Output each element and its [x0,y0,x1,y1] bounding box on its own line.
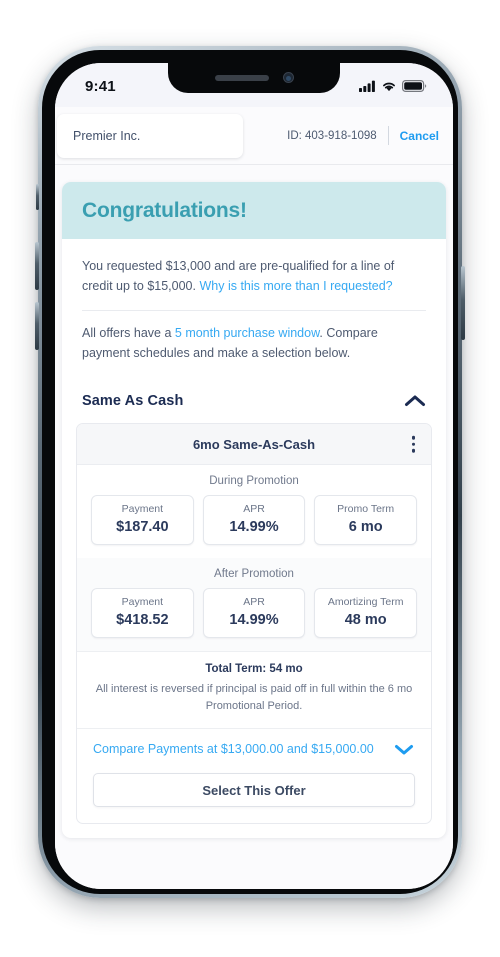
metric-tile-payment: Payment $187.40 [91,495,194,545]
metric-tile-apr: APR 14.99% [202,588,306,638]
metric-value: 14.99% [229,612,279,628]
metric-label: Amortizing Term [327,596,404,608]
kebab-dot [411,448,415,453]
cancel-button[interactable]: Cancel [400,129,439,143]
purchase-window-link[interactable]: 5 month purchase window [175,326,320,340]
phone-bezel: 9:41 Premier Inc. ID: 403-918-1098 Cance… [42,50,458,894]
metric-value: 48 mo [344,612,387,628]
select-offer-wrap: Select This Offer [77,769,431,823]
same-as-cash-section-header[interactable]: Same As Cash [62,367,446,423]
phone-device-frame: 9:41 Premier Inc. ID: 403-918-1098 Cance… [35,46,465,898]
metric-label: Payment [121,503,164,515]
metric-label: Promo Term [337,503,395,515]
congratulations-title: Congratulations! [82,199,247,222]
metric-value: 6 mo [348,519,383,535]
phone-screen: 9:41 Premier Inc. ID: 403-918-1098 Cance… [55,63,453,889]
during-promotion-metrics: Payment $187.40 APR 14.99% Promo Term 6 … [91,495,418,545]
total-term-label: Total Term: 54 mo [205,663,303,675]
during-promotion-section: During Promotion Payment $187.40 APR 14.… [77,465,431,558]
header-divider [387,126,389,145]
kebab-menu-icon[interactable] [409,433,419,456]
prequalification-text: You requested $13,000 and are pre-qualif… [82,256,426,297]
after-promotion-section: After Promotion Payment $418.52 APR 14.9… [77,558,431,651]
why-more-than-requested-link[interactable]: Why is this more than I requested? [199,279,392,293]
same-as-cash-title: Same As Cash [82,393,184,409]
status-bar-time: 9:41 [85,77,116,95]
device-notch [168,63,340,93]
intro-block: You requested $13,000 and are pre-qualif… [62,239,446,367]
offer-title: 6mo Same-As-Cash [192,436,316,452]
compare-payments-label: Compare Payments at $13,000.00 and $15,0… [93,742,374,757]
volume-down-button[interactable] [35,302,39,350]
metric-tile-payment: Payment $418.52 [91,588,194,638]
battery-icon [402,80,427,92]
cellular-signal-icon [359,80,375,92]
offer-card: 6mo Same-As-Cash During Promotion Paymen… [76,423,432,825]
total-term-block: Total Term: 54 mo All interest is revers… [77,651,431,728]
app-scroll-body[interactable]: Congratulations! You requested $13,000 a… [55,165,453,889]
account-id-label: ID: 403-918-1098 [287,129,377,142]
during-promotion-label: During Promotion [209,475,299,487]
purchase-window-text: All offers have a 5 month purchase windo… [82,323,426,364]
select-this-offer-button[interactable]: Select This Offer [93,773,415,808]
metric-value: 14.99% [229,519,279,535]
volume-up-button[interactable] [35,242,39,290]
offer-card-header: 6mo Same-As-Cash [77,424,431,465]
offer-sheet: Congratulations! You requested $13,000 a… [62,182,446,839]
app-header: Premier Inc. ID: 403-918-1098 Cancel [55,107,453,165]
wifi-icon [383,82,395,92]
after-promotion-metrics: Payment $418.52 APR 14.99% Amortizing Te… [91,588,418,638]
metric-value: $418.52 [116,612,169,628]
chevron-up-icon[interactable] [404,394,426,408]
status-bar-icons [359,78,427,92]
front-camera-icon [282,72,294,83]
interest-reversal-note: All interest is reversed if principal is… [95,683,413,713]
chevron-down-icon[interactable] [393,742,415,756]
congratulations-banner: Congratulations! [62,182,446,239]
metric-label: APR [243,596,265,608]
kebab-dot [411,435,415,440]
metric-tile-amortizing-term: Amortizing Term 48 mo [314,588,418,638]
after-promotion-label: After Promotion [214,568,294,580]
metric-label: APR [243,503,265,515]
silent-switch[interactable] [36,184,39,210]
merchant-selector[interactable]: Premier Inc. [57,113,243,158]
metric-tile-promo-term: Promo Term 6 mo [314,495,418,545]
power-button[interactable] [461,266,465,340]
metric-tile-apr: APR 14.99% [202,495,306,545]
merchant-name-label: Premier Inc. [73,128,141,143]
purchase-window-prefix: All offers have a [82,325,175,340]
header-right-group: ID: 403-918-1098 Cancel [287,126,453,145]
speaker-grille-icon [214,74,269,81]
intro-divider [82,309,426,311]
compare-payments-row[interactable]: Compare Payments at $13,000.00 and $15,0… [77,728,431,769]
kebab-dot [411,442,415,446]
metric-value: $187.40 [116,519,169,535]
metric-label: Payment [121,596,164,608]
